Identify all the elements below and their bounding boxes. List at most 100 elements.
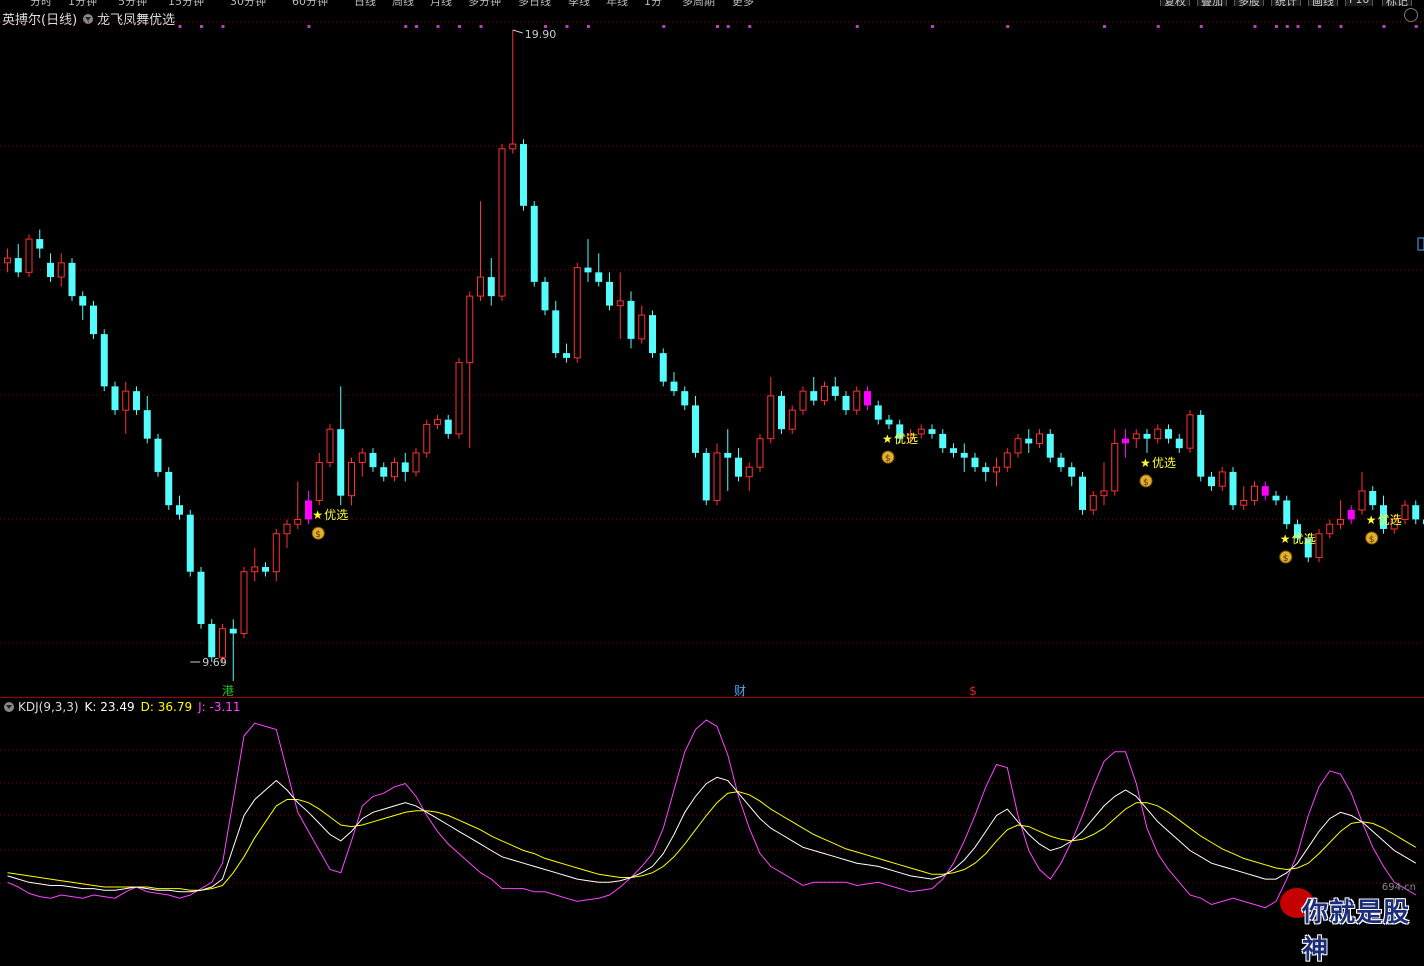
candlestick-chart[interactable]: 19.909.69★ 优选$★ 优选$ ★ 优选$★ 优选$★ 优选$港财 $ <box>0 0 1424 698</box>
top-marker <box>716 25 719 28</box>
candle-body <box>176 505 183 515</box>
candle-body <box>380 467 388 477</box>
candle-body <box>133 391 140 411</box>
top-marker <box>307 25 311 28</box>
candle-body <box>928 429 936 434</box>
candle-body <box>1100 490 1108 497</box>
candle-body <box>154 438 162 472</box>
candle-body <box>821 385 828 402</box>
top-marker <box>1296 25 1300 28</box>
money-bag-glyph: $ <box>885 454 891 464</box>
top-marker <box>931 25 934 28</box>
top-marker <box>479 25 483 28</box>
candle-body <box>659 353 667 382</box>
candle-body <box>681 391 689 406</box>
candle-body <box>573 267 581 359</box>
candle-body <box>917 428 925 435</box>
signal-label: 优选 <box>1378 513 1402 527</box>
candle-body <box>229 628 237 634</box>
top-marker <box>1382 25 1386 28</box>
high-arrow <box>512 29 523 34</box>
candle-body <box>864 391 871 406</box>
candle-body <box>1036 433 1043 444</box>
candle-body <box>1208 476 1215 487</box>
candle-body <box>530 205 538 282</box>
candle-body <box>1347 509 1355 520</box>
top-marker <box>565 25 569 28</box>
candle-body <box>960 452 968 458</box>
candle-body <box>412 452 420 473</box>
candle-body <box>272 533 280 573</box>
money-bag-glyph: $ <box>1283 554 1289 564</box>
candle-body <box>4 257 11 264</box>
candle-body <box>842 395 850 411</box>
candle-body <box>1272 495 1280 501</box>
kdj-k-line <box>7 776 1417 893</box>
candle-body <box>745 466 753 478</box>
top-marker <box>1006 25 1010 28</box>
candle-body <box>649 315 656 354</box>
candle-body <box>358 452 366 463</box>
top-marker <box>178 25 182 28</box>
candle-body <box>262 566 269 572</box>
money-bag-glyph: $ <box>1143 478 1149 488</box>
candle-body <box>831 386 839 396</box>
star-icon: ★ <box>1280 532 1291 546</box>
candle-body <box>165 471 173 506</box>
candle-body <box>692 405 699 453</box>
candle-body <box>401 462 409 472</box>
watermark-text: 你就是股神 <box>1302 898 1411 965</box>
candle-body <box>1315 533 1323 558</box>
candle-body <box>434 419 441 425</box>
candle-body <box>1175 438 1183 449</box>
candle-body <box>853 390 861 411</box>
candle-body <box>1283 500 1291 525</box>
candle-body <box>36 239 44 249</box>
candle-body <box>1261 486 1269 496</box>
signal-label: 优选 <box>1292 532 1316 546</box>
candle-body <box>724 452 732 458</box>
candle-body <box>1154 428 1162 440</box>
signal-label: 优选 <box>1152 456 1176 470</box>
candle-body <box>595 272 603 282</box>
top-marker <box>458 25 461 28</box>
candle-body <box>552 310 560 354</box>
candle-body <box>1165 429 1172 439</box>
candle-body <box>1122 438 1129 444</box>
candle-body <box>1046 433 1054 458</box>
candle-body <box>627 300 635 339</box>
top-marker <box>1199 25 1203 28</box>
candle-body <box>391 461 398 478</box>
kdj-chart[interactable] <box>0 700 1424 922</box>
candle-body <box>186 514 194 572</box>
candle-body <box>1229 471 1237 506</box>
candle-body <box>1089 495 1097 511</box>
candle-body <box>423 423 431 454</box>
star-icon: ★ <box>1366 513 1377 527</box>
candle-body <box>219 628 226 658</box>
candle-body <box>466 295 474 364</box>
high-price-label: 19.90 <box>525 28 557 41</box>
event-marker: $ <box>969 684 977 698</box>
candle-body <box>1014 438 1022 454</box>
candle-body <box>369 452 377 468</box>
top-marker <box>200 25 203 28</box>
candle-body <box>1369 490 1377 506</box>
candle-body <box>788 409 796 430</box>
candle-body <box>1240 499 1248 506</box>
candle-body <box>208 623 216 658</box>
candle-body <box>1057 457 1065 468</box>
candle-body <box>498 148 506 297</box>
candle-body <box>1251 485 1258 501</box>
candle-body <box>606 281 613 306</box>
candle-body <box>1079 476 1086 510</box>
candle-body <box>143 410 151 439</box>
candle-body <box>326 428 334 463</box>
candle-body <box>993 466 1000 473</box>
candle-body <box>756 438 764 468</box>
candle-body <box>982 467 990 472</box>
right-edge-marker <box>1417 237 1424 251</box>
candle-body <box>197 571 205 624</box>
candle-body <box>315 461 323 501</box>
money-bag-glyph: $ <box>1369 535 1375 545</box>
